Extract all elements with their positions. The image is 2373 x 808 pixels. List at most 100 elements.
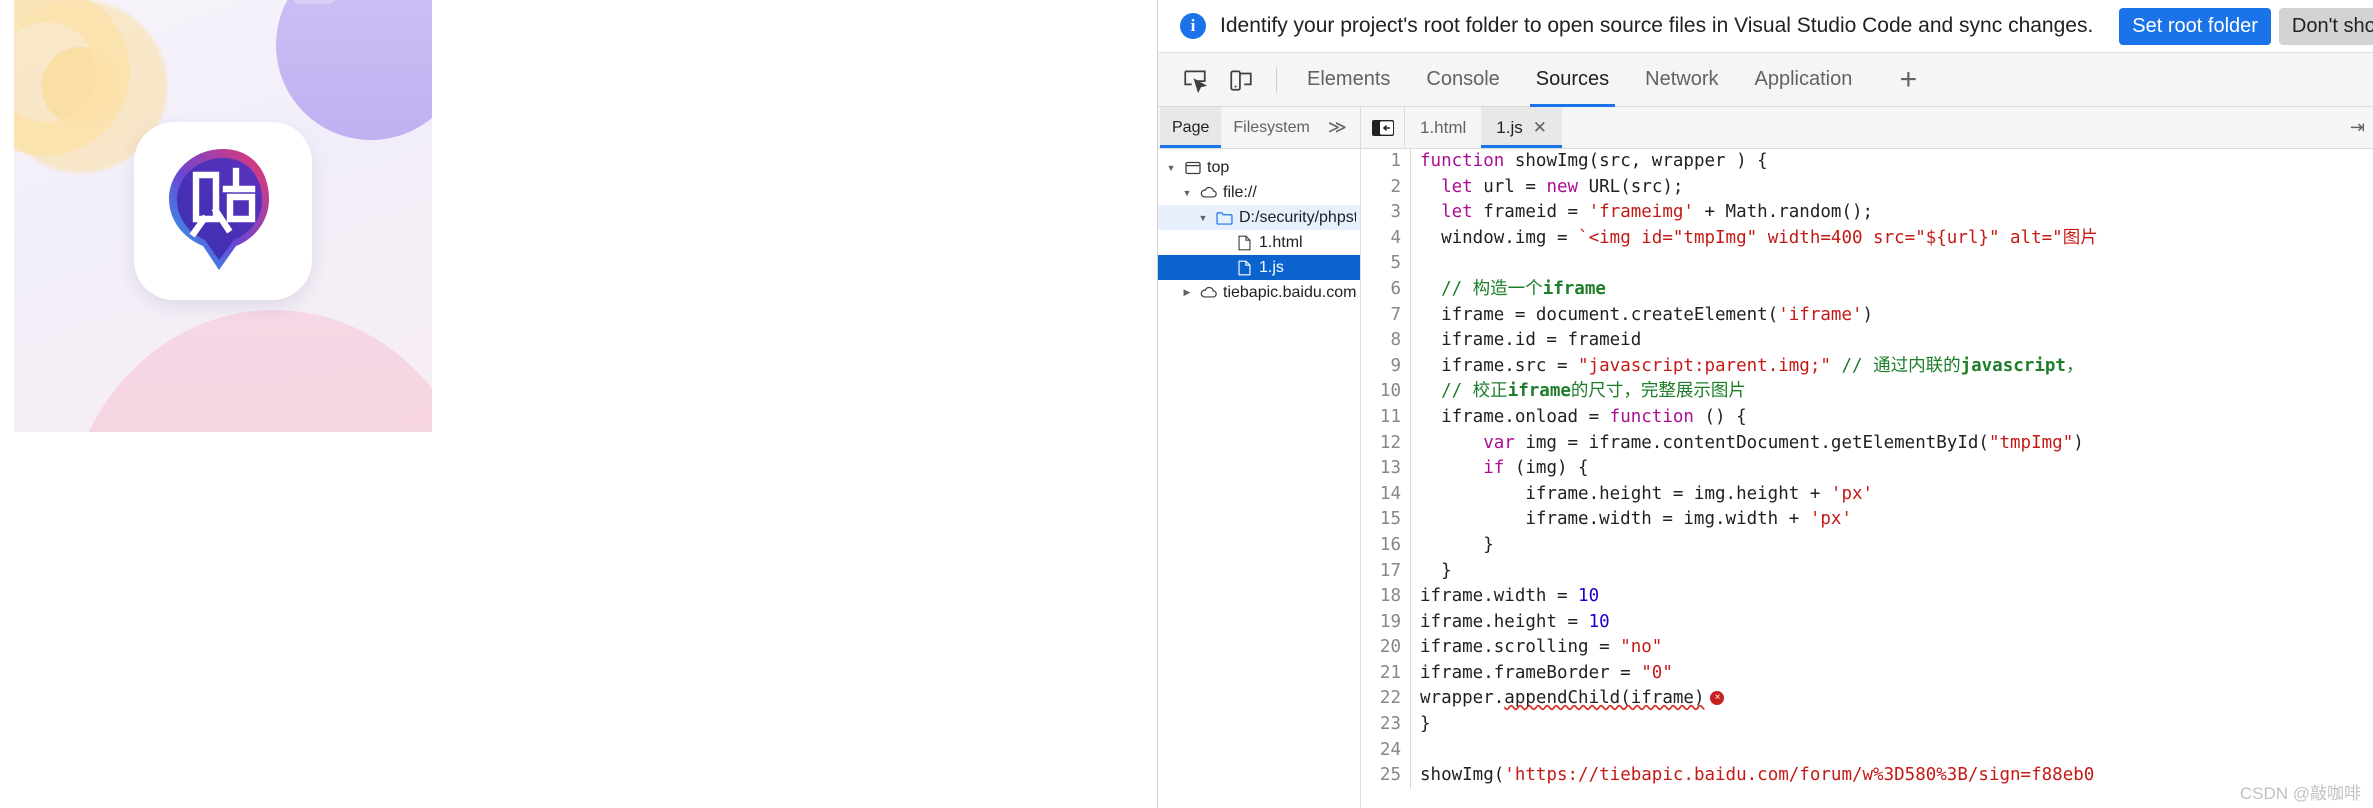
editor-tab-label: 1.html [1420, 117, 1467, 137]
line-content: iframe.height = 10 [1411, 610, 1610, 636]
tab-sources[interactable]: Sources [1520, 53, 1625, 107]
code-token: let [1441, 176, 1473, 197]
line-content [1411, 251, 1420, 277]
nav-tab-filesystem[interactable]: Filesystem [1221, 107, 1321, 148]
root-folder-banner: i Identify your project's root folder to… [1158, 0, 2373, 53]
code-viewer[interactable]: 1 function showImg(src, wrapper ) {2 let … [1361, 149, 2373, 808]
tree-item-label: file:// [1223, 183, 1257, 201]
line-number[interactable]: 18 [1361, 584, 1411, 610]
file-icon [1236, 259, 1253, 276]
code-line: 1 function showImg(src, wrapper ) { [1361, 149, 2373, 175]
line-number[interactable]: 2 [1361, 174, 1411, 201]
sources-panel: Page Filesystem ≫ ⋯ ▼ top [1158, 107, 2373, 808]
code-token: } [1420, 714, 1431, 735]
tab-console[interactable]: Console [1410, 53, 1515, 107]
code-token: new [1546, 176, 1579, 197]
line-content: iframe.onload = function () { [1411, 405, 1747, 431]
line-content: iframe.src = "javascript:parent.img;" //… [1411, 354, 2083, 380]
close-icon[interactable]: ✕ [1533, 118, 1547, 138]
line-number[interactable]: 17 [1361, 558, 1411, 585]
twisty-down-icon[interactable]: ▼ [1196, 213, 1210, 223]
navigator-overflow-icon[interactable]: ≫ [1322, 107, 1353, 148]
set-root-folder-button[interactable]: Set root folder [2119, 7, 2271, 45]
line-number[interactable]: 8 [1361, 328, 1411, 354]
code-line: 16 } [1361, 532, 2373, 559]
code-line: 8 iframe.id = frameid [1361, 328, 2373, 354]
banner-actions: Set root folder Don't show again [2119, 7, 2373, 45]
line-number[interactable]: 1 [1361, 149, 1411, 175]
line-number[interactable]: 20 [1361, 635, 1411, 661]
code-line: 7 iframe = document.createElement('ifram… [1361, 302, 2373, 329]
code-token: iframe = document.createElement( [1420, 304, 1779, 325]
code-token: } [1420, 534, 1494, 555]
screenshot-root: i Identify your project's root folder to… [0, 0, 2373, 808]
tree-item-tiebapic-domain[interactable]: ▶ tiebapic.baidu.com [1158, 280, 1360, 305]
tieba-logo-icon [169, 149, 269, 270]
more-tabs-icon[interactable]: ⇥ [2346, 117, 2369, 138]
line-number[interactable]: 4 [1361, 225, 1411, 252]
editor-tab-1-html[interactable]: 1.html [1405, 107, 1481, 148]
line-number[interactable]: 5 [1361, 251, 1411, 277]
tab-network[interactable]: Network [1629, 53, 1734, 107]
twisty-right-icon[interactable]: ▶ [1180, 287, 1194, 298]
source-editor: 1.html 1.js ✕ ⇥ 1 function showImg(src, w… [1361, 107, 2373, 808]
error-badge-icon[interactable]: × [1710, 691, 1725, 706]
tree-item-1-html[interactable]: 1.html [1158, 230, 1360, 255]
nav-tab-page[interactable]: Page [1160, 107, 1222, 148]
line-number[interactable]: 12 [1361, 430, 1411, 457]
dont-show-again-button[interactable]: Don't show again [2278, 7, 2373, 45]
line-number[interactable]: 25 [1361, 763, 1411, 789]
devtools-main-toolbar: Elements Console Sources Network Applica… [1158, 53, 2373, 107]
file-tree: ▼ top ▼ file:// ▼ D:/security/phpst 1.ht… [1158, 149, 1360, 305]
line-number[interactable]: 11 [1361, 404, 1411, 431]
code-token: (img) { [1504, 458, 1589, 479]
tree-item-label: top [1207, 158, 1230, 176]
line-number[interactable]: 21 [1361, 660, 1411, 687]
tree-item-file-scheme[interactable]: ▼ file:// [1158, 180, 1360, 205]
editor-tab-1-js[interactable]: 1.js ✕ [1481, 107, 1563, 148]
code-token: window.img = [1420, 227, 1579, 248]
line-number[interactable]: 3 [1361, 200, 1411, 226]
inspect-element-icon[interactable] [1174, 59, 1216, 101]
line-number[interactable]: 16 [1361, 532, 1411, 559]
line-number[interactable]: 15 [1361, 507, 1411, 533]
device-toolbar-icon[interactable] [1220, 59, 1262, 101]
code-token: 10 [1578, 586, 1600, 607]
tree-item-1-js[interactable]: 1.js [1158, 255, 1360, 280]
line-number[interactable]: 6 [1361, 276, 1411, 303]
line-number[interactable]: 24 [1361, 737, 1411, 764]
line-number[interactable]: 7 [1361, 302, 1411, 329]
code-token: appendChild(iframe) [1504, 688, 1705, 709]
tree-item-project-folder[interactable]: ▼ D:/security/phpstudy_pro/WWW [1158, 205, 1360, 230]
line-number[interactable]: 13 [1361, 456, 1411, 482]
line-content: iframe.height = img.height + 'px' [1411, 482, 1873, 508]
line-number[interactable]: 9 [1361, 353, 1411, 380]
more-panels-button[interactable]: + [1886, 58, 1930, 102]
line-number[interactable]: 10 [1361, 379, 1411, 405]
tab-elements[interactable]: Elements [1291, 53, 1406, 107]
code-token: `<img id="tmpImg" width=400 src="${url}"… [1578, 227, 2098, 248]
line-number[interactable]: 22 [1361, 686, 1411, 713]
code-token: iframe.height = img.height + [1420, 483, 1831, 504]
line-number[interactable]: 14 [1361, 481, 1411, 508]
tab-application[interactable]: Application [1739, 53, 1869, 107]
code-token: function [1420, 151, 1505, 171]
sources-navigator: Page Filesystem ≫ ⋯ ▼ top [1158, 107, 1381, 808]
line-content: } [1411, 559, 1452, 585]
twisty-down-icon[interactable]: ▼ [1164, 163, 1178, 173]
code-token: img = iframe.contentDocument.getElementB… [1514, 432, 1989, 453]
line-number[interactable]: 23 [1361, 712, 1411, 738]
tree-item-label: 1.html [1259, 233, 1303, 251]
show-navigator-icon[interactable] [1361, 107, 1405, 148]
tree-item-top[interactable]: ▼ top [1158, 155, 1360, 180]
code-line: 18 iframe.width = 10 [1361, 584, 2373, 610]
line-number[interactable]: 19 [1361, 609, 1411, 636]
code-line: 23} [1361, 712, 2373, 738]
code-line: 11 iframe.onload = function () { [1361, 404, 2373, 431]
code-line: 24 [1361, 737, 2373, 764]
twisty-down-icon[interactable]: ▼ [1180, 188, 1194, 198]
code-token: 10 [1588, 611, 1610, 632]
